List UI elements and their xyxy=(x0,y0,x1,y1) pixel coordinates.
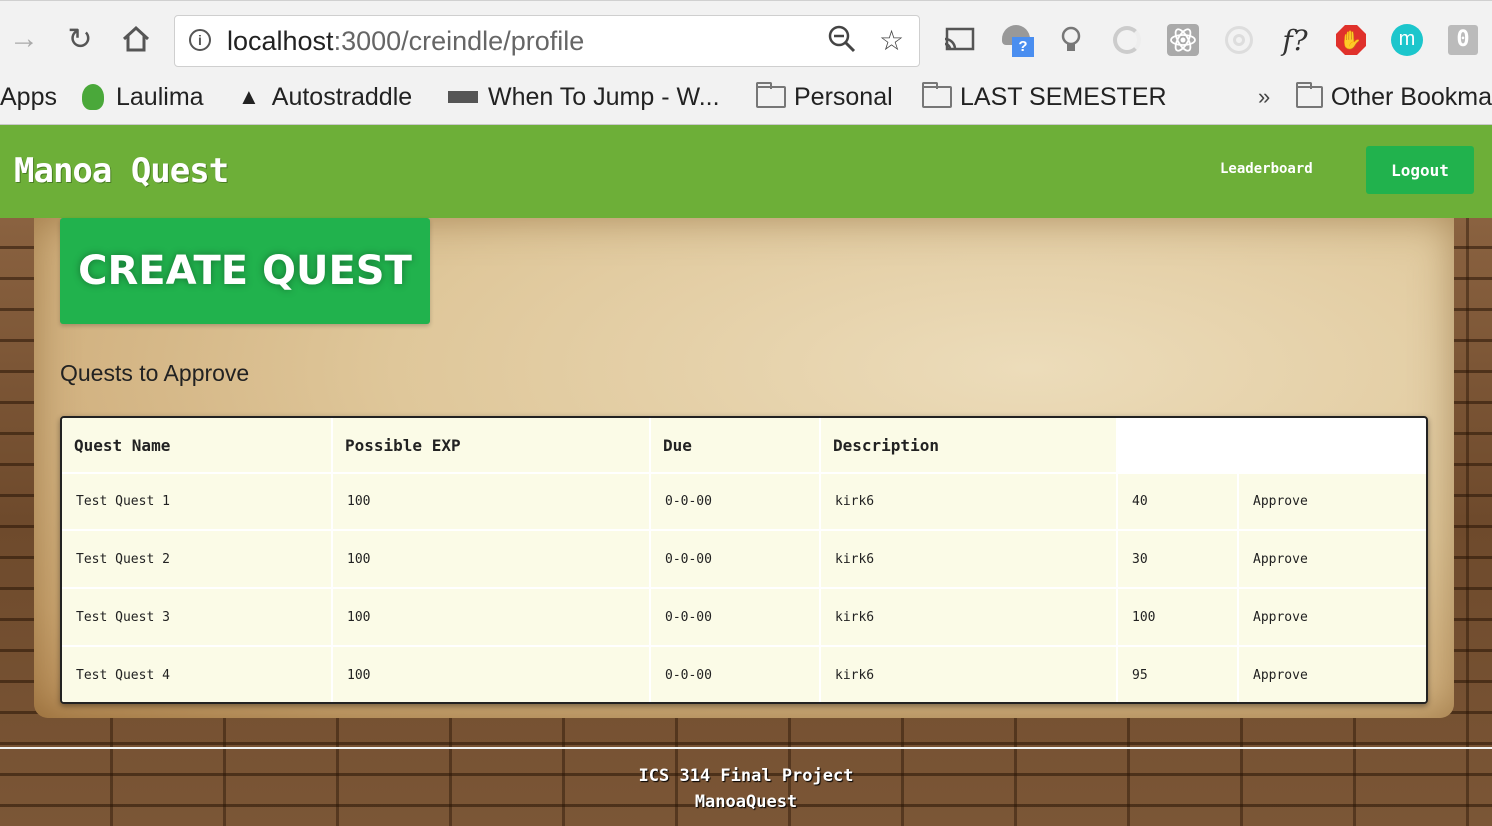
cell-description: kirk6 xyxy=(821,647,1116,702)
cell-quest-name: Test Quest 2 xyxy=(62,531,331,587)
footer-line-2: ManoaQuest xyxy=(694,792,798,812)
approve-button[interactable]: Approve xyxy=(1239,647,1426,702)
folder-icon xyxy=(756,82,786,108)
create-quest-button[interactable]: CREATE QUEST xyxy=(60,218,430,324)
bookmark-last-semester[interactable]: LAST SEMESTER xyxy=(922,80,1167,114)
footer-divider xyxy=(0,747,1492,749)
cell-description: kirk6 xyxy=(821,589,1116,645)
cell-possible-exp: 100 xyxy=(333,474,649,529)
lightbulb-icon[interactable] xyxy=(1054,23,1088,57)
address-bar[interactable]: i localhost:3000/creindle/profile ☆ xyxy=(174,15,920,67)
leaderboard-link[interactable]: Leaderboard xyxy=(1220,161,1313,177)
bookmark-label: Laulima xyxy=(116,82,204,111)
cell-due: 0-0-00 xyxy=(651,647,819,702)
cell-possible-exp: 100 xyxy=(333,589,649,645)
cell-due: 0-0-00 xyxy=(651,589,819,645)
bookmark-label: Personal xyxy=(794,82,893,111)
cell-extra-value: 95 xyxy=(1118,647,1237,702)
counter-extension-icon[interactable]: 0 xyxy=(1446,23,1480,57)
bookmark-autostraddle[interactable]: ▲ Autostraddle xyxy=(238,80,412,114)
triangle-icon: ▲ xyxy=(238,84,260,109)
bookmark-label: When To Jump - W... xyxy=(488,82,720,111)
cell-description: kirk6 xyxy=(821,531,1116,587)
bookmark-personal[interactable]: Personal xyxy=(756,80,893,114)
brand-logo[interactable]: Manoa Quest xyxy=(14,151,229,191)
section-title: Quests to Approve xyxy=(60,360,250,386)
approve-button[interactable]: Approve xyxy=(1239,589,1426,645)
bookmark-other-bookmarks[interactable]: Other Bookma xyxy=(1296,80,1492,114)
jump-icon xyxy=(448,91,478,103)
cell-extra-value: 100 xyxy=(1118,589,1237,645)
help-badge: ? xyxy=(1012,37,1034,57)
bookmark-apps[interactable]: Apps xyxy=(0,80,57,114)
url-text[interactable]: localhost:3000/creindle/profile xyxy=(227,26,584,57)
react-devtools-icon[interactable] xyxy=(1166,23,1200,57)
approve-button[interactable]: Approve xyxy=(1239,474,1426,529)
column-header-due: Due xyxy=(651,418,819,472)
quests-table: Quest Name Possible EXP Due Description … xyxy=(60,416,1428,704)
home-icon[interactable] xyxy=(118,21,154,57)
cell-due: 0-0-00 xyxy=(651,474,819,529)
bookmark-label: Autostraddle xyxy=(271,82,413,111)
bookmark-star-icon[interactable]: ☆ xyxy=(879,24,904,57)
cell-due: 0-0-00 xyxy=(651,531,819,587)
logout-button[interactable]: Logout xyxy=(1366,146,1474,194)
swirl-extension-icon[interactable] xyxy=(1110,23,1144,57)
column-header-possible-exp: Possible EXP xyxy=(333,418,649,472)
folder-icon xyxy=(1296,82,1323,108)
cell-extra-value: 30 xyxy=(1118,531,1237,587)
zoom-icon[interactable] xyxy=(827,24,857,63)
cell-extra-value: 40 xyxy=(1118,474,1237,529)
cell-quest-name: Test Quest 1 xyxy=(62,474,331,529)
cell-possible-exp: 100 xyxy=(333,531,649,587)
bookmark-label: Apps xyxy=(0,82,57,111)
forward-icon[interactable]: → xyxy=(6,21,42,57)
folder-icon xyxy=(922,82,952,108)
bookmark-label: Other Bookma xyxy=(1330,82,1492,111)
browser-toolbar: → ↻ i localhost:3000/creindle/profile ☆ … xyxy=(0,0,1492,71)
url-path: :3000/creindle/profile xyxy=(333,26,585,56)
mendeley-icon[interactable]: m xyxy=(1390,23,1424,57)
bookmark-label: LAST SEMESTER xyxy=(960,82,1167,111)
app-navbar: Manoa Quest Leaderboard Logout xyxy=(0,125,1492,218)
cell-quest-name: Test Quest 3 xyxy=(62,589,331,645)
cast-icon[interactable] xyxy=(942,23,976,57)
url-host: localhost xyxy=(227,26,334,56)
bookmark-laulima[interactable]: Laulima xyxy=(82,80,204,114)
bookmarks-overflow-chevron-icon[interactable]: » xyxy=(1258,80,1270,114)
counter-glyph: 0 xyxy=(1448,25,1478,55)
reload-icon[interactable]: ↻ xyxy=(62,21,98,57)
cell-description: kirk6 xyxy=(821,474,1116,529)
cell-quest-name: Test Quest 4 xyxy=(62,647,331,702)
mendeley-glyph: m xyxy=(1391,24,1423,56)
site-info-icon[interactable]: i xyxy=(189,29,211,51)
adblock-hand-icon[interactable]: ✋ xyxy=(1334,23,1368,57)
fquery-icon[interactable]: f? xyxy=(1278,23,1312,57)
circle-extension-icon[interactable] xyxy=(1222,23,1256,57)
cell-possible-exp: 100 xyxy=(333,647,649,702)
footer-line-1: ICS 314 Final Project xyxy=(638,766,854,786)
column-header-description: Description xyxy=(821,418,1116,472)
approve-button[interactable]: Approve xyxy=(1239,531,1426,587)
laulima-icon xyxy=(82,84,104,110)
bookmark-when-to-jump[interactable]: When To Jump - W... xyxy=(448,80,720,114)
bookmarks-bar: Apps Laulima ▲ Autostraddle When To Jump… xyxy=(0,70,1492,125)
help-extension-icon[interactable]: ? xyxy=(1000,23,1034,57)
column-header-quest-name: Quest Name xyxy=(62,418,331,472)
